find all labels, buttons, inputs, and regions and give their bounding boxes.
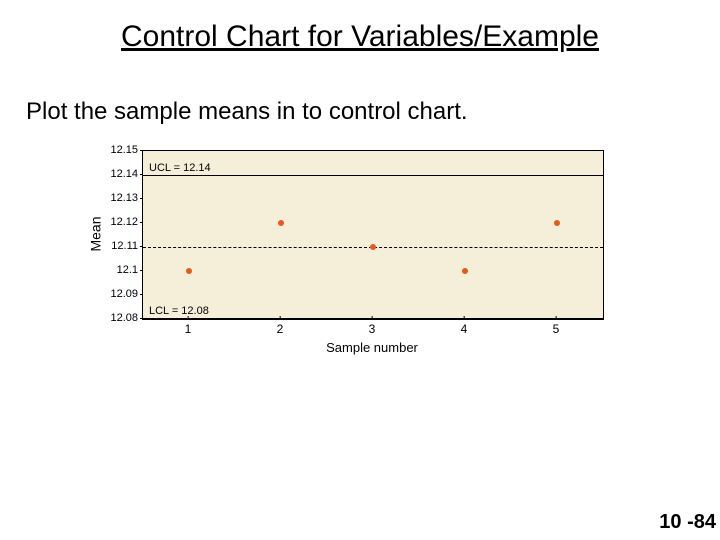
x-tick: 3: [369, 322, 376, 336]
lcl-label: LCL = 12.08: [149, 305, 209, 317]
ucl-line: UCL = 12.14: [143, 175, 603, 176]
x-tick: 4: [461, 322, 468, 336]
data-point: [554, 220, 560, 226]
control-chart: Mean 12.08 12.09 12.1 12.11 12.12 12.13 …: [82, 140, 622, 360]
y-tick: 12.08: [106, 312, 138, 324]
y-tick: 12.13: [106, 192, 138, 204]
x-axis-label: Sample number: [142, 340, 602, 355]
ucl-label: UCL = 12.14: [149, 162, 211, 174]
data-point: [278, 220, 284, 226]
x-tick: 2: [277, 322, 284, 336]
data-point: [370, 244, 376, 250]
y-tick: 12.1: [106, 264, 138, 276]
x-tick: 1: [185, 322, 192, 336]
plot-area: UCL = 12.14 LCL = 12.08: [142, 150, 604, 320]
slide-subtitle: Plot the sample means in to control char…: [26, 98, 468, 126]
y-axis-label-text: Mean: [88, 216, 104, 251]
y-tick: 12.14: [106, 168, 138, 180]
page-number: 10 -84: [659, 511, 716, 534]
x-tick: 5: [553, 322, 560, 336]
slide-title: Control Chart for Variables/Example: [0, 20, 720, 54]
y-tick: 12.11: [106, 240, 138, 252]
y-tick: 12.15: [106, 144, 138, 156]
slide: Control Chart for Variables/Example Plot…: [0, 0, 720, 540]
data-point: [462, 268, 468, 274]
y-tick: 12.09: [106, 288, 138, 300]
data-point: [186, 268, 192, 274]
lcl-line: LCL = 12.08: [143, 318, 603, 319]
y-axis-label: Mean: [88, 150, 104, 318]
y-tick: 12.12: [106, 216, 138, 228]
